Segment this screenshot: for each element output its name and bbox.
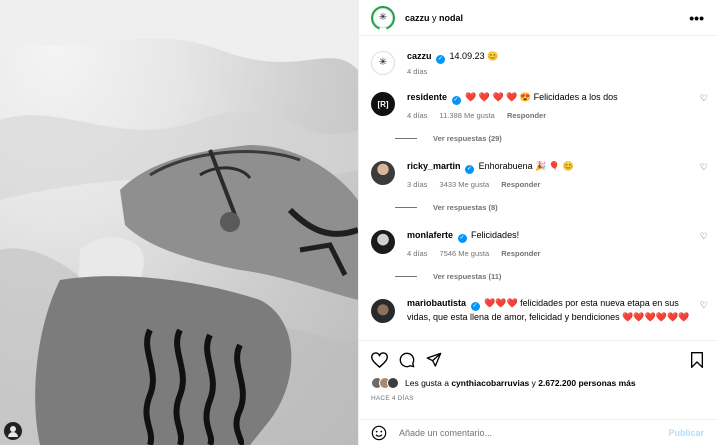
publish-button[interactable]: Publicar	[668, 428, 704, 438]
liker-username[interactable]: cynthiacobarruvias	[451, 378, 529, 388]
like-comment-heart-icon[interactable]: ♡	[700, 93, 708, 104]
share-send-icon[interactable]	[426, 352, 442, 368]
comment-item: mariobautista ✓ ❤️❤️❤️ felicidades por e…	[359, 297, 716, 324]
comment-likes[interactable]: 3433 Me gusta	[440, 180, 490, 189]
commenter-avatar[interactable]	[371, 161, 395, 185]
comment-time: 4 días	[407, 249, 428, 258]
user-profile-icon[interactable]	[4, 422, 22, 440]
verified-badge-icon: ✓	[457, 234, 467, 243]
replies-dash	[395, 276, 417, 277]
commenter-avatar[interactable]: [R]	[371, 92, 395, 116]
view-replies-button[interactable]: Ver respuestas (11)	[395, 272, 716, 281]
reply-button[interactable]: Responder	[507, 111, 546, 120]
post-photo	[0, 0, 358, 445]
emoji-smiley-icon[interactable]	[371, 425, 387, 441]
smile-emoji-icon: 😊	[487, 51, 499, 61]
reply-button[interactable]: Responder	[501, 249, 540, 258]
replies-dash	[395, 207, 417, 208]
like-comment-heart-icon[interactable]: ♡	[700, 300, 708, 311]
view-replies-button[interactable]: Ver respuestas (8)	[395, 203, 716, 212]
comment-time: 4 días	[407, 111, 428, 120]
verified-badge-icon: ✓	[465, 165, 475, 174]
comments-list[interactable]: ✳ cazzu ✓ 14.09.23 😊 4 días [R] resident…	[359, 37, 716, 340]
caption-username[interactable]: cazzu	[407, 51, 432, 61]
liker-avatar	[387, 377, 399, 389]
post-header: ✳ cazzu y nodal •••	[359, 0, 716, 36]
post-authors: cazzu y nodal	[405, 13, 463, 23]
post-image-hands	[0, 0, 358, 445]
comment-likes[interactable]: 7546 Me gusta	[440, 249, 490, 258]
author-avatar[interactable]: ✳	[371, 5, 395, 30]
commenter-username[interactable]: monlaferte	[407, 230, 453, 240]
spider-logo-icon: ✳	[378, 57, 388, 68]
post-actions: Les gusta a cynthiacobarruvias y 2.672.2…	[359, 340, 716, 402]
post-side-panel: ✳ cazzu y nodal ••• ✳ cazzu ✓ 14.09.23 😊…	[358, 0, 716, 445]
comment-text: Enhorabuena 🎉 🎈 😊	[478, 161, 574, 171]
replies-dash	[395, 138, 417, 139]
more-options-button[interactable]: •••	[689, 10, 704, 26]
like-heart-icon[interactable]	[371, 352, 388, 368]
caption-text: 14.09.23	[449, 51, 485, 61]
comment-text: Felicidades!	[471, 230, 520, 240]
commenter-avatar[interactable]	[371, 230, 395, 254]
reply-button[interactable]: Responder	[501, 180, 540, 189]
comment-bubble-icon[interactable]	[399, 352, 415, 368]
authors-conjunction: y	[432, 12, 437, 23]
view-replies-label[interactable]: Ver respuestas (8)	[433, 203, 498, 212]
likes-prefix: Les gusta a	[405, 378, 449, 388]
view-replies-button[interactable]: Ver respuestas (29)	[395, 134, 716, 143]
author-username-2[interactable]: nodal	[439, 13, 463, 23]
caption-time: 4 días	[407, 67, 428, 76]
likes-summary: Les gusta a cynthiacobarruvias y 2.672.2…	[371, 377, 704, 389]
add-comment-bar: Publicar	[359, 419, 716, 445]
commenter-username[interactable]: mariobautista	[407, 298, 466, 308]
like-comment-heart-icon[interactable]: ♡	[700, 231, 708, 242]
view-replies-label[interactable]: Ver respuestas (29)	[433, 134, 502, 143]
like-comment-heart-icon[interactable]: ♡	[700, 162, 708, 173]
caption-avatar[interactable]: ✳	[371, 51, 395, 75]
verified-badge-icon: ✓	[470, 302, 480, 311]
view-replies-label[interactable]: Ver respuestas (11)	[433, 272, 501, 281]
commenter-avatar[interactable]	[371, 299, 395, 323]
commenter-username[interactable]: residente	[407, 92, 447, 102]
likes-middle: y	[531, 378, 536, 388]
comment-input[interactable]	[399, 427, 669, 438]
save-bookmark-icon[interactable]	[690, 352, 704, 368]
comment-item: [R] residente ✓ ❤️ ❤️ ❤️ ❤️ 😍 Felicidade…	[359, 90, 716, 120]
comment-item: monlaferte ✓ Felicidades! 4 días 7546 Me…	[359, 228, 716, 258]
comment-time: 3 días	[407, 180, 428, 189]
comment-text: ❤️ ❤️ ❤️ ❤️ 😍 Felicidades a los dos	[465, 92, 618, 102]
commenter-username[interactable]: ricky_martin	[407, 161, 461, 171]
comment-likes[interactable]: 11.388 Me gusta	[440, 111, 495, 120]
verified-badge-icon: ✓	[451, 96, 461, 105]
likes-count[interactable]: 2.672.200 personas más	[538, 378, 635, 388]
comment-item: ricky_martin ✓ Enhorabuena 🎉 🎈 😊 3 días …	[359, 159, 716, 189]
post-time-ago[interactable]: HACE 4 DÍAS	[371, 395, 704, 402]
spider-logo-icon: ✳	[378, 11, 388, 23]
author-username-1[interactable]: cazzu	[405, 13, 430, 23]
caption: ✳ cazzu ✓ 14.09.23 😊 4 días	[359, 49, 716, 76]
verified-badge-icon: ✓	[436, 55, 446, 64]
